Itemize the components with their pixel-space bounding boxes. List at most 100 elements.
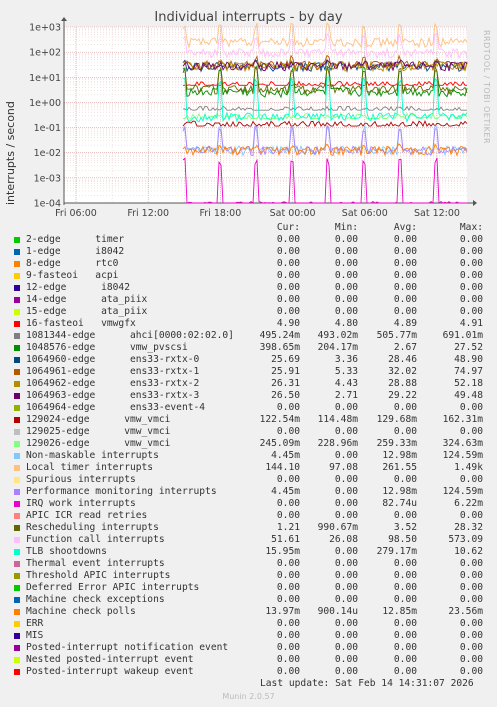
series-swatch <box>14 285 20 291</box>
series-name: Local timer interrupts <box>26 462 154 473</box>
series-avg: 0.00 <box>393 642 417 653</box>
series-max: 124.59m <box>442 486 483 497</box>
legend-row: APIC ICR read retries 0.00 0.00 0.00 0.00 <box>14 510 484 522</box>
legend-row: 1081344-edge ahci[0000:02:02.0] 495.24m 49… <box>14 330 484 342</box>
series-avg: 29.22 <box>388 390 417 401</box>
series-swatch <box>14 501 20 507</box>
series-avg: 0.00 <box>393 234 417 245</box>
series-avg: 0.00 <box>393 582 417 593</box>
series-name: 1-edge i8042 <box>26 246 125 257</box>
series-name: Deferred Error APIC interrupts <box>26 582 200 593</box>
legend-row: 16-fasteoi vmwgfx 4.90 4.80 4.89 4.91 <box>14 318 484 330</box>
plot-area: 1e+031e+021e+011e+001e-011e-021e-031e-04… <box>29 17 477 219</box>
series-name: ERR <box>26 618 44 629</box>
series-swatch <box>14 561 20 567</box>
series-swatch <box>14 453 20 459</box>
series-name: Machine check exceptions <box>26 594 165 605</box>
series-swatch <box>14 477 20 483</box>
series-avg: 0.00 <box>393 618 417 629</box>
series-swatch <box>14 633 20 639</box>
series-max: 0.00 <box>459 630 483 641</box>
series-max: 324.63m <box>442 438 483 449</box>
series-name: APIC ICR read retries <box>26 510 148 521</box>
series-name: 129024-edge vmw_vmci <box>26 414 171 425</box>
series-max: 0.00 <box>459 594 483 605</box>
series-max: 0.00 <box>459 426 483 437</box>
series-name: 2-edge timer <box>26 234 125 245</box>
series-name: Threshold APIC interrupts <box>26 570 171 581</box>
series-max: 0.00 <box>459 570 483 581</box>
legend-row: 129024-edge vmw_vmci 122.54m 114.48m 129.68… <box>14 414 484 426</box>
series-avg: 0.00 <box>393 654 417 665</box>
series-swatch <box>14 489 20 495</box>
series-name: 12-edge i8042 <box>26 282 130 293</box>
series-max: 0.00 <box>459 510 483 521</box>
series-avg: 28.46 <box>388 354 417 365</box>
x-tick-label: Fri 18:00 <box>200 208 242 219</box>
series-avg: 2.67 <box>393 342 417 353</box>
series-max: 0.00 <box>459 282 483 293</box>
series-name: 15-edge ata_piix <box>26 306 148 317</box>
legend-row: 14-edge ata_piix 0.00 0.00 0.00 0.00 <box>14 294 484 306</box>
series-max: 691.01m <box>442 330 483 341</box>
legend-row: ERR 0.00 0.00 0.00 0.00 <box>14 618 484 630</box>
series-swatch <box>14 261 20 267</box>
series-max: 0.00 <box>459 654 483 665</box>
series-name: TLB shootdowns <box>26 546 107 557</box>
series-avg: 0.00 <box>393 402 417 413</box>
series-avg: 0.00 <box>393 594 417 605</box>
series-swatch <box>14 237 20 243</box>
series-name: 1048576-edge vmw_pvscsi <box>26 342 188 353</box>
series-max: 0.00 <box>459 294 483 305</box>
legend-row: Local timer interrupts 144.10 97.08 261.55 1… <box>14 462 484 474</box>
series-avg: 0.00 <box>393 306 417 317</box>
legend-row: Deferred Error APIC interrupts 0.00 0.00 0.… <box>14 582 484 594</box>
series-swatch <box>14 657 20 663</box>
x-tick-label: Sat 12:00 <box>414 208 460 219</box>
series-swatch <box>14 429 20 435</box>
series-avg: 0.00 <box>393 558 417 569</box>
series-name: 1064962-edge ens33-rxtx-2 <box>26 378 200 389</box>
series-avg: 12.98m <box>382 486 417 497</box>
series-max: 0.00 <box>459 246 483 257</box>
series-name: 129026-edge vmw_vmci <box>26 438 171 449</box>
series-swatch <box>14 381 20 387</box>
legend-row: Nested posted-interrupt event 0.00 0.00 0.0… <box>14 654 484 666</box>
col-max-header: Max: <box>459 222 483 233</box>
series-avg: 0.00 <box>393 282 417 293</box>
legend-row: 12-edge i8042 0.00 0.00 0.00 0.00 <box>14 282 484 294</box>
series-max: 4.91 <box>459 318 483 329</box>
y-tick-label: 1e-02 <box>34 148 61 159</box>
series-swatch <box>14 309 20 315</box>
series-swatch <box>14 645 20 651</box>
series-max: 52.18 <box>454 378 483 389</box>
series-avg: 0.00 <box>393 510 417 521</box>
legend-row: Posted-interrupt notification event 0.00 0… <box>14 642 484 654</box>
series-name: 14-edge ata_piix <box>26 294 148 305</box>
series-name: Function call interrupts <box>26 534 165 545</box>
legend: Cur: Min: Avg: Max: 2-edge timer 0.00 0.00… <box>14 222 484 678</box>
series-avg: 505.77m <box>376 330 417 341</box>
series-max: 74.97 <box>454 366 483 377</box>
legend-row: 1064960-edge ens33-rxtx-0 25.69 3.36 28.46 4… <box>14 354 484 366</box>
legend-row: 1-edge i8042 0.00 0.00 0.00 0.00 <box>14 246 484 258</box>
legend-row: TLB shootdowns 15.95m 0.00 279.17m 10.62 <box>14 546 484 558</box>
y-tick-label: 1e+03 <box>29 23 61 34</box>
series-max: 27.52 <box>454 342 483 353</box>
legend-row: 2-edge timer 0.00 0.00 0.00 0.00 <box>14 234 484 246</box>
series-name: IRQ work interrupts <box>26 498 136 509</box>
legend-row: 8-edge rtc0 0.00 0.00 0.00 0.00 <box>14 258 484 270</box>
legend-header: Cur: Min: Avg: Max: <box>14 222 484 234</box>
series-max: 0.00 <box>459 258 483 269</box>
x-tick-label: Sat 06:00 <box>342 208 388 219</box>
legend-row: Rescheduling interrupts 1.21 990.67m 3.52 28… <box>14 522 484 534</box>
series-max: 0.00 <box>459 642 483 653</box>
legend-row: Spurious interrupts 0.00 0.00 0.00 0.00 <box>14 474 484 486</box>
y-axis-arrow <box>61 17 67 21</box>
series-max: 0.00 <box>459 582 483 593</box>
series-swatch <box>14 345 20 351</box>
legend-row: Machine check polls 13.97m 900.14u 12.85m 23… <box>14 606 484 618</box>
series-avg: 12.98m <box>382 450 417 461</box>
series-swatch <box>14 621 20 627</box>
series-swatch <box>14 441 20 447</box>
